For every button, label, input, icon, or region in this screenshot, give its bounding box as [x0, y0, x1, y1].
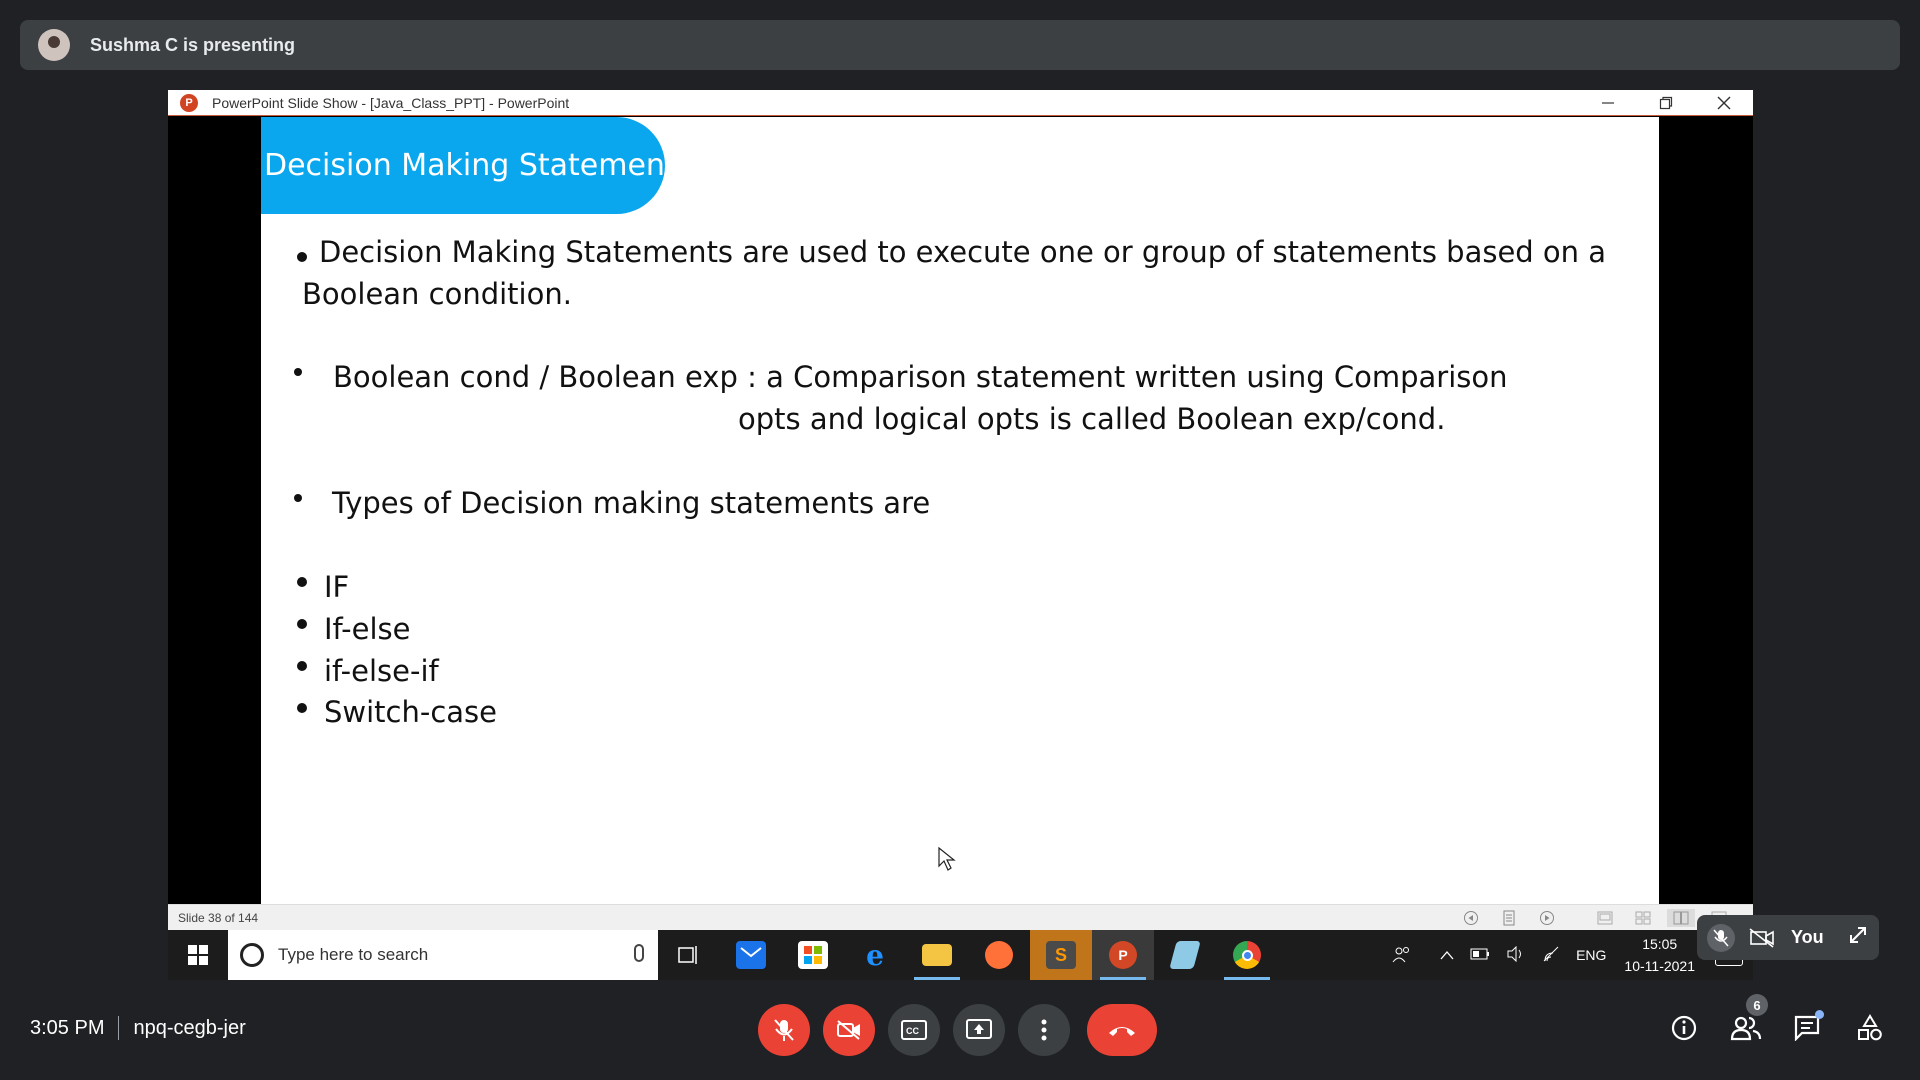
next-slide-icon[interactable]	[1533, 909, 1561, 927]
bullet-1-line-1: Decision Making Statements are used to e…	[319, 235, 1607, 269]
bullet-dot	[297, 577, 307, 587]
more-options-button[interactable]	[1018, 1004, 1070, 1056]
bullet-dot	[297, 703, 307, 713]
meeting-time: 3:05 PM	[30, 1016, 105, 1039]
microphone-icon[interactable]	[634, 944, 644, 962]
call-controls: CC	[758, 1004, 1170, 1056]
reading-view-icon[interactable]	[1667, 909, 1695, 927]
powerpoint-taskbar-icon[interactable]: P	[1092, 930, 1154, 980]
window-title: PowerPoint Slide Show - [Java_Class_PPT]…	[212, 94, 570, 111]
camera-off-icon	[837, 1020, 860, 1040]
bullet-dot	[294, 368, 302, 376]
notes-icon[interactable]	[1154, 930, 1216, 980]
svg-text:CC: CC	[906, 1026, 919, 1036]
people-count-badge: 6	[1746, 994, 1768, 1016]
expand-icon[interactable]	[1848, 925, 1868, 951]
edge-icon[interactable]: e	[844, 930, 906, 980]
wifi-icon[interactable]	[1542, 946, 1560, 965]
taskbar-search-input[interactable]: Type here to search	[228, 930, 658, 980]
info-icon	[1671, 1015, 1697, 1041]
leave-call-button[interactable]	[1087, 1004, 1157, 1056]
volume-icon[interactable]	[1506, 945, 1526, 965]
windows-start-icon[interactable]	[168, 930, 228, 980]
bullet-2-line-1: Boolean cond / Boolean exp : a Compariso…	[333, 360, 1508, 394]
chrome-icon[interactable]	[1216, 930, 1278, 980]
slide-canvas: Decision Making Statements Decision Maki…	[261, 117, 1659, 904]
window-titlebar: P PowerPoint Slide Show - [Java_Class_PP…	[168, 90, 1753, 116]
presenter-avatar	[38, 29, 70, 61]
chat-button[interactable]	[1788, 1008, 1828, 1048]
powerpoint-icon: P	[180, 93, 198, 112]
side-panel-controls: 6	[1642, 994, 1890, 1048]
previous-slide-icon[interactable]	[1457, 909, 1485, 927]
normal-view-icon[interactable]	[1591, 909, 1619, 927]
bullet-1-line-2: Boolean condition.	[302, 277, 572, 311]
present-screen-icon	[966, 1019, 992, 1039]
cortana-icon	[240, 943, 264, 967]
meeting-details-button[interactable]	[1664, 1008, 1704, 1048]
bullet-dot	[297, 252, 307, 262]
self-view-tile[interactable]: You	[1697, 915, 1879, 960]
search-placeholder: Type here to search	[278, 945, 429, 964]
more-vert-icon	[1041, 1019, 1047, 1041]
type-item-switch-case: Switch-case	[324, 695, 498, 729]
powerpoint-statusbar: Slide 38 of 144	[168, 904, 1753, 930]
activities-button[interactable]	[1850, 1008, 1890, 1048]
taskbar-clock[interactable]: 15:05 10-11-2021	[1624, 933, 1695, 977]
windows-taskbar: Type here to search e S P ENG 15:05 10-1…	[168, 930, 1753, 980]
bullet-2-line-2: opts and logical opts is called Boolean …	[738, 402, 1446, 436]
meeting-info: 3:05 PM npq-cegb-jer	[30, 1016, 246, 1040]
people-button[interactable]: 6	[1726, 994, 1768, 1048]
self-name-label: You	[1791, 927, 1824, 947]
bullet-3: Types of Decision making statements are	[332, 486, 931, 520]
battery-icon[interactable]	[1470, 947, 1490, 963]
bullet-dot	[297, 619, 307, 629]
sublime-text-icon[interactable]: S	[1030, 930, 1092, 980]
closed-captions-icon: CC	[901, 1020, 927, 1040]
present-now-button[interactable]	[953, 1004, 1005, 1056]
unread-indicator	[1815, 1010, 1824, 1019]
bullet-dot	[297, 661, 307, 671]
mouse-cursor-icon	[938, 846, 956, 871]
file-explorer-icon[interactable]	[906, 930, 968, 980]
shared-screen-window: P PowerPoint Slide Show - [Java_Class_PP…	[168, 90, 1753, 980]
presenter-bar: Sushma C is presenting	[20, 20, 1900, 70]
slide-counter: Slide 38 of 144	[178, 910, 259, 925]
slide-title: Decision Making Statements	[261, 117, 692, 214]
type-item-if: IF	[324, 570, 350, 604]
type-item-if-else-if: if-else-if	[324, 654, 439, 688]
close-icon[interactable]	[1695, 90, 1753, 116]
meeting-code: npq-cegb-jer	[133, 1016, 246, 1039]
taskbar-date: 10-11-2021	[1624, 958, 1695, 974]
store-icon[interactable]	[782, 930, 844, 980]
restore-icon[interactable]	[1637, 90, 1695, 116]
mic-off-icon	[1707, 923, 1735, 952]
language-indicator[interactable]: ENG	[1576, 947, 1606, 963]
mic-off-icon	[774, 1019, 794, 1041]
bullet-dot	[294, 494, 302, 502]
activities-icon	[1858, 1014, 1882, 1041]
slide-sorter-icon[interactable]	[1629, 909, 1657, 927]
taskbar-time: 15:05	[1642, 936, 1678, 952]
people-icon	[1730, 1016, 1762, 1041]
mail-icon[interactable]	[720, 930, 782, 980]
slide-menu-icon[interactable]	[1495, 909, 1523, 927]
firefox-icon[interactable]	[968, 930, 1030, 980]
presenter-label: Sushma C is presenting	[90, 34, 296, 55]
type-item-if-else: If-else	[324, 612, 411, 646]
task-view-icon[interactable]	[658, 930, 720, 980]
chevron-up-icon[interactable]	[1440, 947, 1454, 963]
microphone-toggle-button[interactable]	[758, 1004, 810, 1056]
captions-button[interactable]: CC	[888, 1004, 940, 1056]
camera-toggle-button[interactable]	[823, 1004, 875, 1056]
minimize-icon[interactable]	[1579, 90, 1637, 116]
people-tray-icon[interactable]	[1392, 945, 1412, 966]
camera-off-icon	[1749, 927, 1775, 948]
end-call-icon	[1109, 1027, 1135, 1036]
